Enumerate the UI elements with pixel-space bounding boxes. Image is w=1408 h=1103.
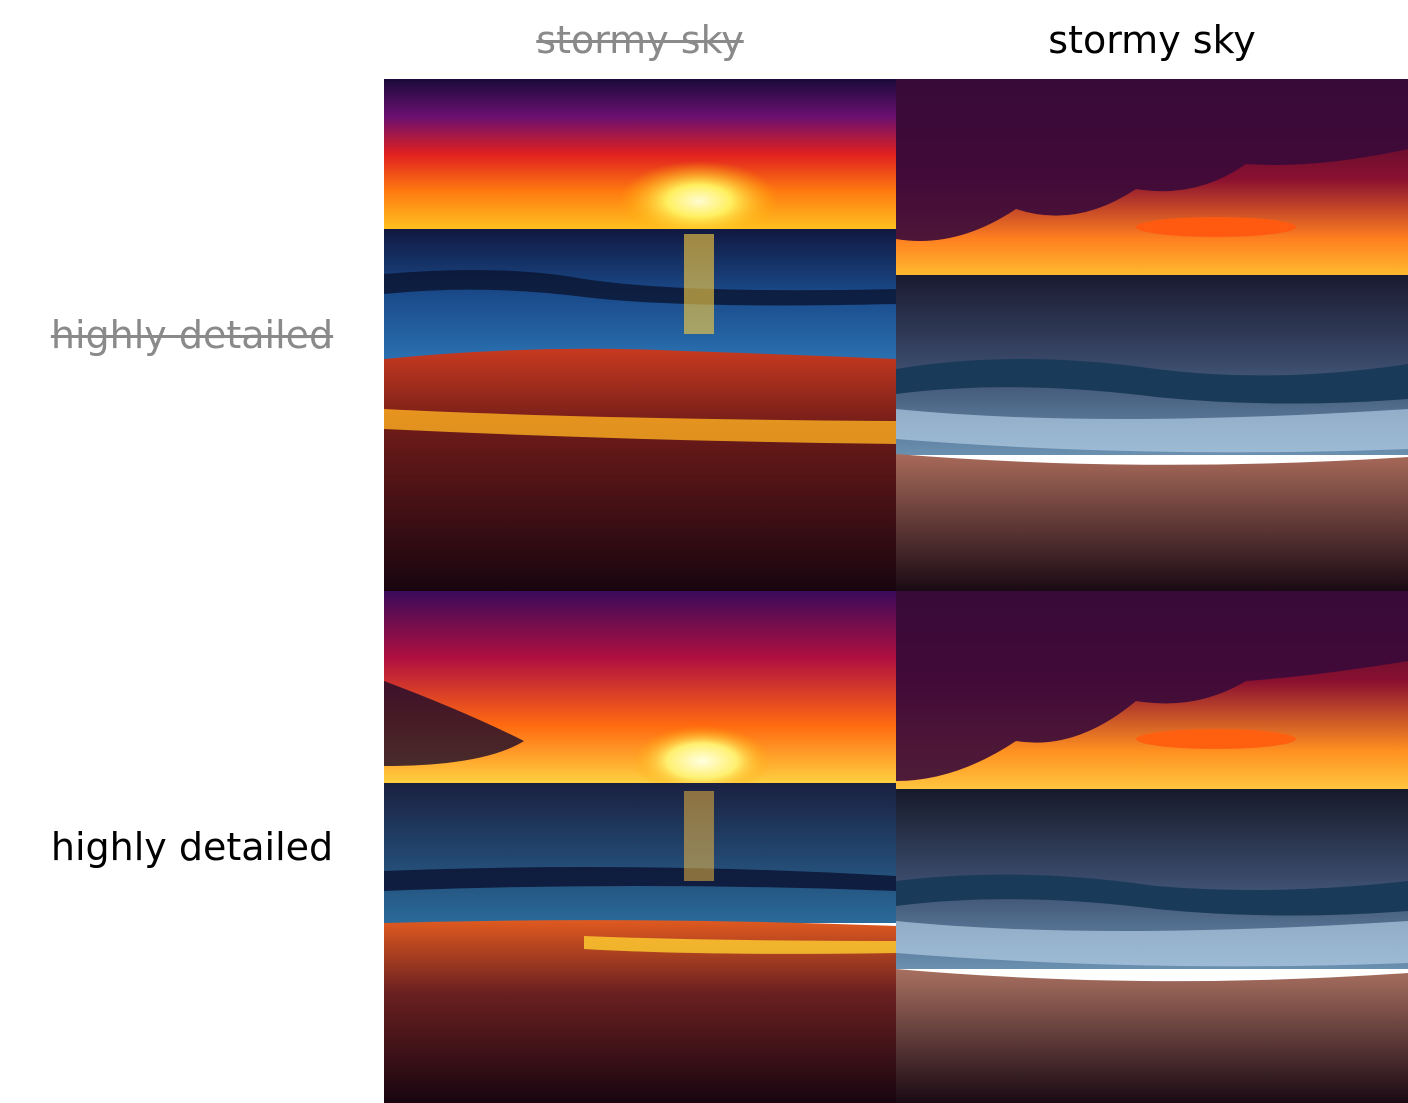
column-header-negated-stormy-sky: stormy sky <box>536 18 744 62</box>
row-header-highly-detailed: highly detailed <box>50 825 334 869</box>
stormy-sunset-beach-image <box>896 79 1408 591</box>
image-cell-stormy-sunset-beach <box>896 79 1408 591</box>
detailed-stormy-sunset-beach-image <box>896 591 1408 1103</box>
image-cell-detailed-sunset-beach <box>384 591 896 1103</box>
sunset-beach-image <box>384 79 896 591</box>
row-header-negated-highly-detailed: highly detailed <box>50 313 334 357</box>
detailed-sunset-beach-image <box>384 591 896 1103</box>
column-header-stormy-sky: stormy sky <box>1048 18 1256 62</box>
image-cell-sunset-beach <box>384 79 896 591</box>
image-cell-detailed-stormy-sunset-beach <box>896 591 1408 1103</box>
